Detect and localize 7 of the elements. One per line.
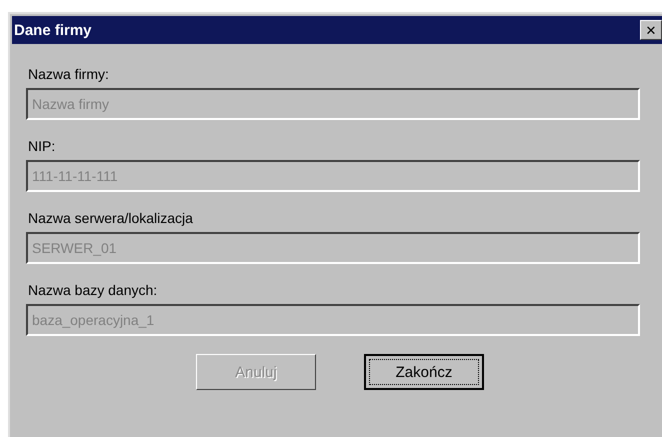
field-label: Nazwa bazy danych: (28, 282, 158, 300)
field-label: Nazwa firmy: (28, 66, 110, 84)
close-button[interactable]: ✕ (640, 20, 662, 40)
field-label: NIP: (28, 138, 56, 156)
field-label: Nazwa serwera/lokalizacja (28, 210, 194, 228)
finish-button[interactable]: Zakończ (364, 354, 484, 390)
window-title: Dane firmy (14, 22, 92, 38)
